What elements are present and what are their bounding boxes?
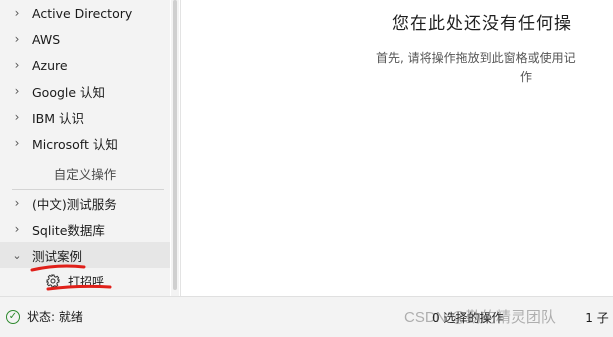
chevron-right-icon[interactable]: › (12, 32, 22, 46)
pane-divider[interactable] (180, 0, 181, 296)
watermark: CSDN @勤的精灵团队 (404, 309, 556, 326)
status-label: 状态: 就绪 (27, 310, 83, 324)
tree-item-label: Microsoft 认知 (32, 136, 118, 152)
action-item-label: 打招呼 (68, 274, 105, 289)
chevron-down-icon[interactable]: ⌄ (12, 249, 22, 262)
section-header-custom-actions: 自定义操作 (53, 166, 117, 182)
tree-item-label: 测试案例 (32, 248, 83, 264)
chevron-right-icon[interactable]: › (12, 58, 22, 72)
chevron-right-icon[interactable]: › (12, 222, 22, 236)
tree-item-active-directory[interactable]: › Active Directory (0, 0, 170, 26)
tree-item-label: Google 认知 (32, 84, 106, 100)
tree-item-label: IBM 认识 (32, 110, 85, 126)
tree-item-label: (中文)测试服务 (32, 196, 117, 212)
tree-item-label: AWS (32, 31, 61, 47)
description-line: 首先, 请将操作拖放到此窗格或使用记 (376, 51, 576, 65)
tree-item-microsoft[interactable]: › Microsoft 认知 (0, 130, 170, 156)
tree-item-chinese-test-service[interactable]: › (中文)测试服务 (0, 190, 170, 216)
tree-item-google[interactable]: › Google 认知 (0, 78, 170, 104)
chevron-right-icon[interactable]: › (12, 196, 22, 210)
tree-item-ibm[interactable]: › IBM 认识 (0, 104, 170, 130)
scrollbar-thumb[interactable] (173, 0, 177, 290)
status-indicator: ✓ 状态: 就绪 (6, 308, 83, 325)
tree-item-test-cases[interactable]: ⌄ 测试案例 (0, 242, 170, 268)
action-item-greet[interactable]: 打招呼 (46, 270, 104, 292)
tree-item-azure[interactable]: › Azure (0, 52, 170, 78)
sub-count: 1 子 (585, 311, 609, 325)
chevron-right-icon[interactable]: › (12, 84, 22, 98)
tree-item-sqlite[interactable]: › Sqlite数据库 (0, 216, 170, 242)
chevron-right-icon[interactable]: › (12, 6, 22, 20)
sidebar-scrollbar[interactable] (171, 0, 179, 296)
tree-item-label: Sqlite数据库 (32, 222, 105, 238)
gear-icon (46, 274, 60, 288)
empty-pane-title: 您在此处还没有任何操 (392, 14, 572, 34)
tree-item-label: Azure (32, 57, 68, 73)
chevron-right-icon[interactable]: › (12, 110, 22, 124)
empty-pane-description: 首先, 请将操作拖放到此窗格或使用记 作 (376, 49, 613, 87)
checkmark-circle-icon: ✓ (6, 309, 20, 324)
actions-sidebar: › Active Directory › AWS › Azure › Googl… (0, 0, 170, 296)
tree-item-label: Active Directory (32, 5, 133, 21)
description-line: 作 (519, 70, 532, 84)
tree-item-aws[interactable]: › AWS (0, 26, 170, 52)
chevron-right-icon[interactable]: › (12, 136, 22, 150)
